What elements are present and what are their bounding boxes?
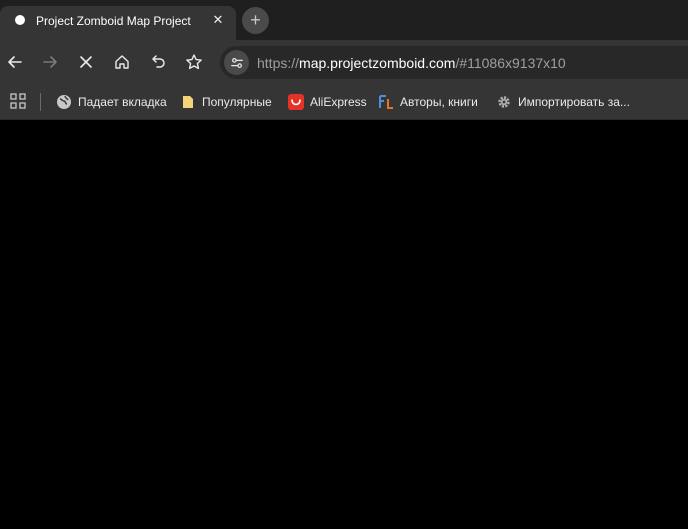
page-content-area[interactable] — [0, 121, 688, 529]
bookmark-item[interactable]: Падает вкладка — [56, 92, 167, 112]
site-info-button[interactable] — [224, 50, 249, 75]
home-icon — [115, 55, 129, 69]
folder-icon — [183, 96, 193, 108]
globe-icon — [57, 95, 71, 109]
bookmark-label: Импортировать за... — [518, 95, 630, 109]
bookmark-star-button[interactable] — [183, 51, 205, 73]
url-scheme: https:// — [257, 55, 300, 71]
fl-icon — [379, 95, 393, 109]
undo-close-tab-button[interactable] — [147, 51, 169, 73]
tab-close-icon[interactable]: ✕ — [210, 12, 226, 28]
stop-loading-button[interactable] — [75, 51, 97, 73]
bookmark-label: Популярные — [202, 95, 272, 109]
bookmark-label: AliExpress — [310, 95, 367, 109]
back-button[interactable] — [4, 51, 26, 73]
address-bar[interactable]: https://map.projectzomboid.com/#11086x91… — [220, 46, 688, 79]
tab-favicon-icon — [15, 15, 25, 25]
url-path: /#11086x9137x10 — [455, 55, 566, 71]
bookmarks-separator — [40, 93, 41, 111]
aliexpress-icon — [288, 94, 304, 110]
forward-arrow-icon — [43, 56, 57, 68]
tab-title: Project Zomboid Map Project — [36, 14, 191, 28]
url-text[interactable]: https://map.projectzomboid.com/#11086x91… — [257, 55, 566, 71]
tab-strip: Project Zomboid Map Project ✕ + — [0, 0, 688, 40]
star-icon — [186, 54, 202, 70]
browser-toolbar: https://map.projectzomboid.com/#11086x91… — [0, 40, 688, 84]
bookmark-item[interactable]: Авторы, книги — [378, 92, 478, 112]
forward-button[interactable] — [39, 51, 61, 73]
url-host: map.projectzomboid.com — [299, 55, 456, 71]
undo-icon — [152, 55, 165, 68]
bookmark-label: Падает вкладка — [78, 95, 167, 109]
bookmark-item[interactable]: AliExpress — [288, 92, 367, 112]
apps-grid-icon[interactable] — [10, 93, 26, 109]
bookmark-label: Авторы, книги — [400, 95, 478, 109]
tune-icon — [230, 57, 243, 68]
active-tab[interactable]: Project Zomboid Map Project ✕ — [0, 6, 236, 40]
bookmarks-bar: Падает вкладка Популярные AliExpress Авт… — [0, 84, 688, 120]
close-icon — [80, 56, 92, 68]
home-button[interactable] — [111, 51, 133, 73]
back-arrow-icon — [8, 56, 22, 68]
bookmark-folder[interactable]: Популярные — [180, 92, 272, 112]
gear-icon — [498, 96, 510, 108]
new-tab-button[interactable]: + — [242, 7, 269, 34]
bookmark-item[interactable]: Импортировать за... — [496, 92, 630, 112]
